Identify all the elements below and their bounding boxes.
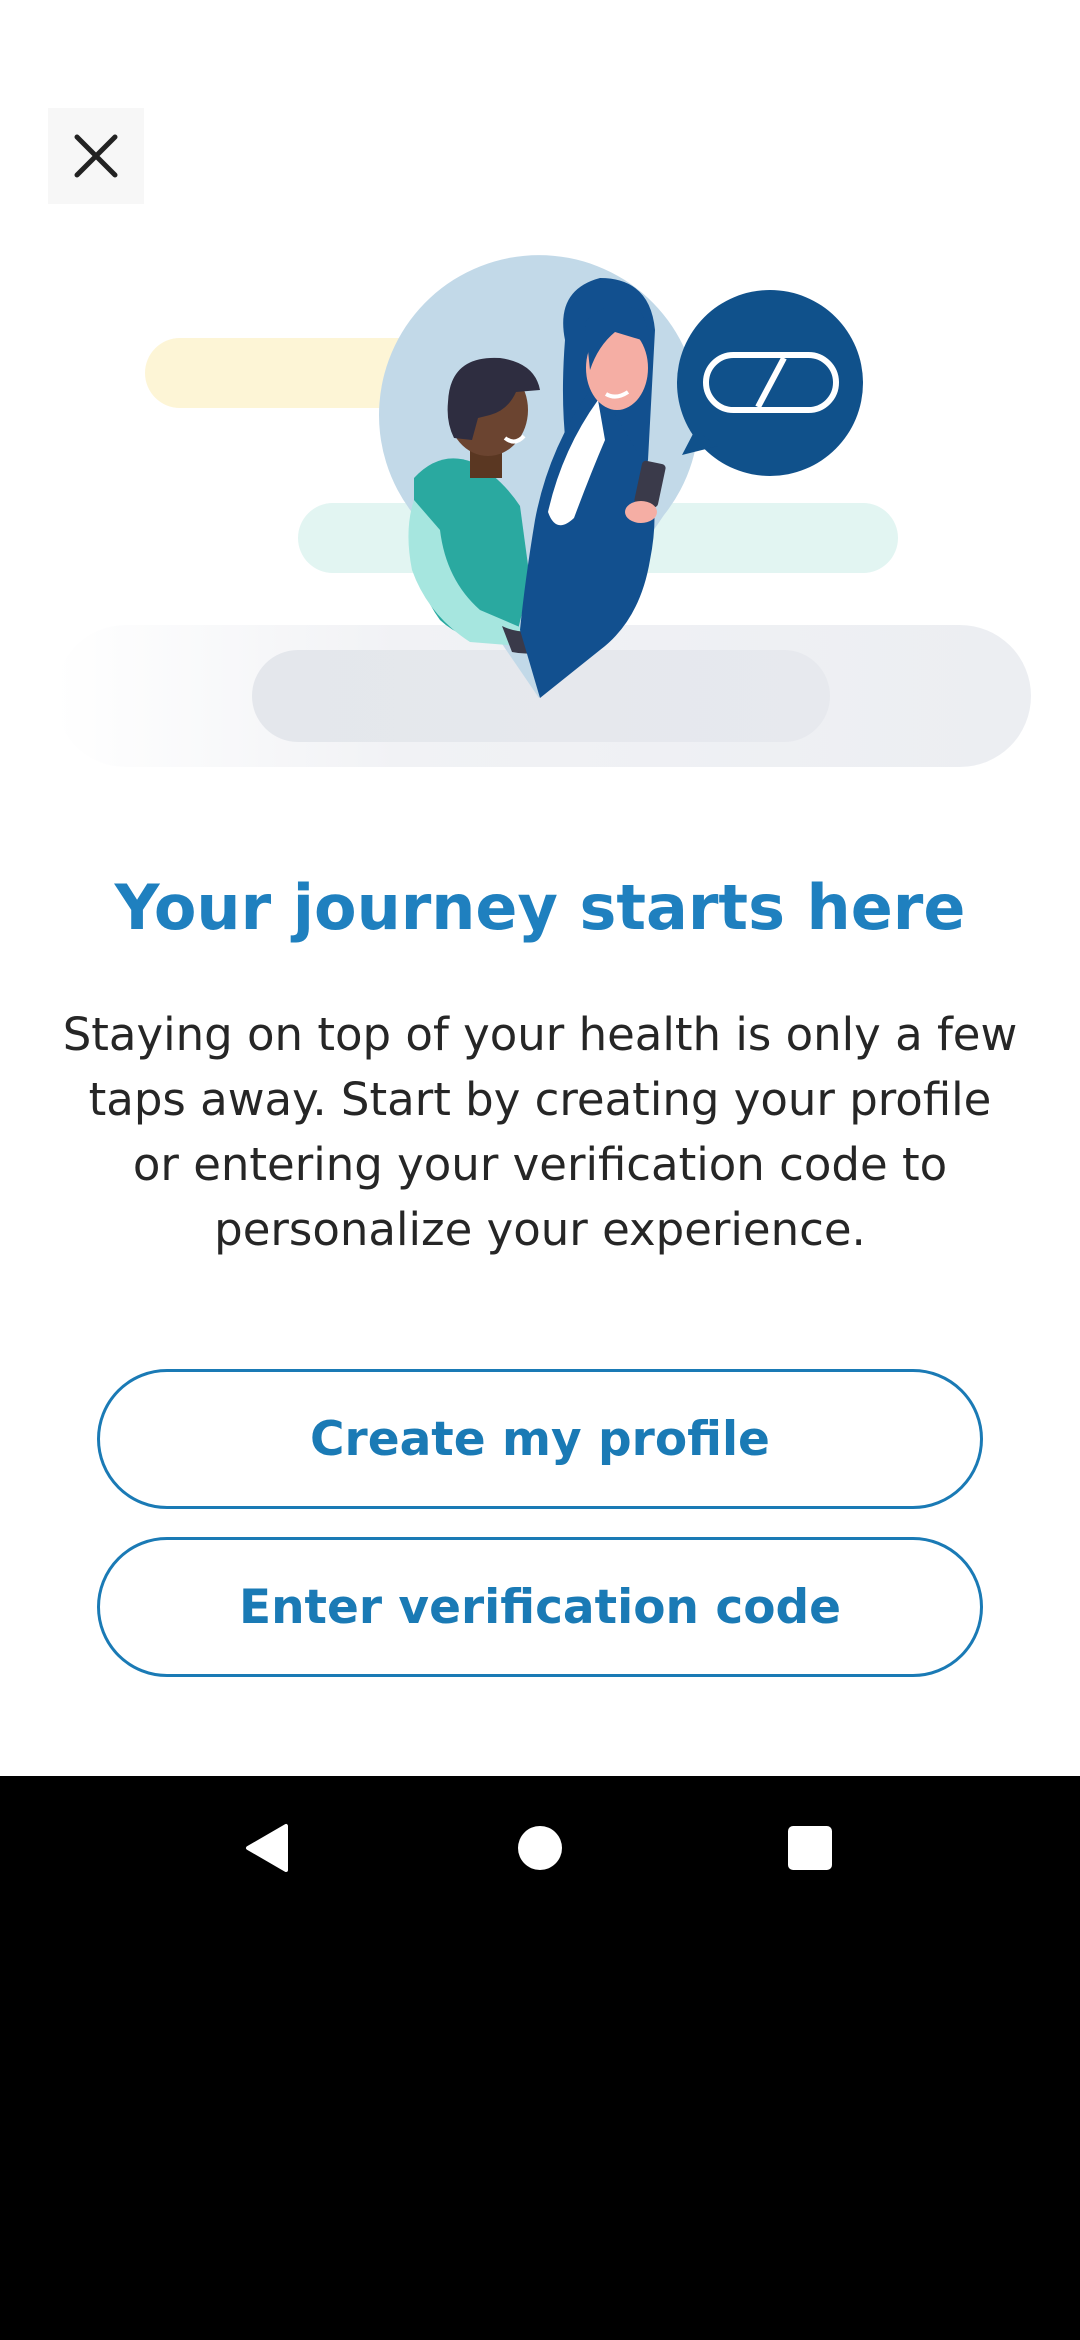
page-title: Your journey starts here: [114, 871, 966, 944]
create-profile-button[interactable]: Create my profile: [97, 1369, 983, 1509]
nav-back-button[interactable]: [218, 1798, 318, 1898]
people-location-pin-illustration: [55, 255, 1031, 767]
back-icon: [246, 1824, 288, 1872]
close-button[interactable]: [48, 108, 144, 204]
pill-speech-bubble: [677, 290, 863, 476]
onboarding-screen: Your journey starts here Staying on top …: [0, 0, 1080, 1776]
close-icon: [74, 134, 118, 178]
nav-home-button[interactable]: [490, 1798, 590, 1898]
home-icon: [518, 1826, 562, 1870]
nav-recents-button[interactable]: [760, 1798, 860, 1898]
onboarding-description: Staying on top of your health is only a …: [62, 1008, 1018, 1256]
recents-icon: [788, 1826, 832, 1870]
system-navigation-bar: [0, 1776, 1080, 1920]
create-profile-label: Create my profile: [310, 1411, 770, 1467]
enter-verification-code-button[interactable]: Enter verification code: [97, 1537, 983, 1677]
enter-verification-code-label: Enter verification code: [238, 1579, 842, 1635]
